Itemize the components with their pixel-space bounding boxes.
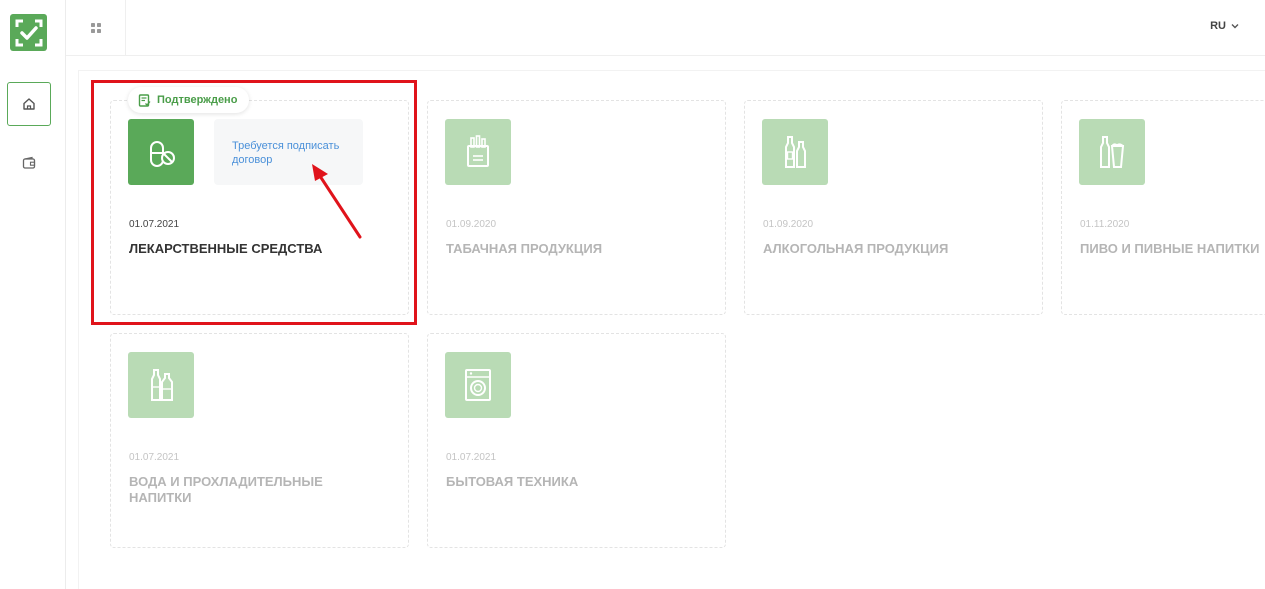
grid-icon <box>90 23 101 33</box>
card-title: ПИВО И ПИВНЫЕ НАПИТКИ <box>1080 241 1260 256</box>
home-icon <box>23 98 35 110</box>
product-icon-box <box>762 119 828 185</box>
beer-icon <box>1100 136 1125 168</box>
product-icon-box <box>445 119 511 185</box>
card-date: 01.11.2020 <box>1080 219 1130 230</box>
app: RU Требуется подписать договор 01.07.202… <box>0 0 1265 589</box>
logo-check-icon <box>15 19 42 46</box>
card-title: ТАБАЧНАЯ ПРОДУКЦИЯ <box>446 241 603 256</box>
product-icon-box <box>128 352 194 418</box>
product-icon-box <box>445 352 511 418</box>
bottles-icon <box>785 136 806 168</box>
product-icon-box <box>1079 119 1145 185</box>
document-check-icon <box>138 93 151 107</box>
top-bar: RU <box>66 0 1265 56</box>
washing-machine-icon <box>465 369 491 401</box>
product-card-appliances[interactable]: 01.07.2021 БЫТОВАЯ ТЕХНИКА <box>427 333 726 548</box>
language-selector[interactable]: RU <box>1210 20 1239 32</box>
product-icon-box <box>128 119 194 185</box>
annotation-arrow-icon <box>312 164 362 239</box>
card-title: АЛКОГОЛЬНАЯ ПРОДУКЦИЯ <box>763 241 949 256</box>
cigarette-pack-icon <box>467 135 489 167</box>
water-bottles-icon <box>151 369 173 401</box>
card-date: 01.07.2021 <box>446 452 497 463</box>
nav-wallet-button[interactable] <box>18 152 40 174</box>
card-date: 01.07.2021 <box>129 452 180 463</box>
card-title: ВОДА И ПРОХЛАДИТЕЛЬНЫЕ НАПИТКИ <box>129 474 323 505</box>
nav-home-button[interactable] <box>7 82 51 126</box>
status-badge: Подтверждено <box>128 87 250 113</box>
product-card-alcohol[interactable]: 01.09.2020 АЛКОГОЛЬНАЯ ПРОДУКЦИЯ <box>744 100 1043 315</box>
card-date: 01.07.2021 <box>129 219 180 230</box>
product-card-tobacco[interactable]: 01.09.2020 ТАБАЧНАЯ ПРОДУКЦИЯ <box>427 100 726 315</box>
pill-icon <box>150 141 175 167</box>
language-label: RU <box>1210 20 1226 32</box>
product-card-water[interactable]: 01.07.2021 ВОДА И ПРОХЛАДИТЕЛЬНЫЕ НАПИТК… <box>110 333 409 548</box>
card-date: 01.09.2020 <box>763 219 814 230</box>
card-date: 01.09.2020 <box>446 219 497 230</box>
sidebar <box>0 0 66 589</box>
product-card-beer[interactable]: 01.11.2020 ПИВО И ПИВНЫЕ НАПИТКИ <box>1061 100 1265 315</box>
logo[interactable] <box>10 14 47 51</box>
status-badge-label: Подтверждено <box>157 94 238 106</box>
chevron-down-icon <box>1231 24 1239 29</box>
wallet-icon <box>22 156 36 169</box>
apps-grid-button[interactable] <box>66 0 126 56</box>
card-title: БЫТОВАЯ ТЕХНИКА <box>446 474 579 489</box>
